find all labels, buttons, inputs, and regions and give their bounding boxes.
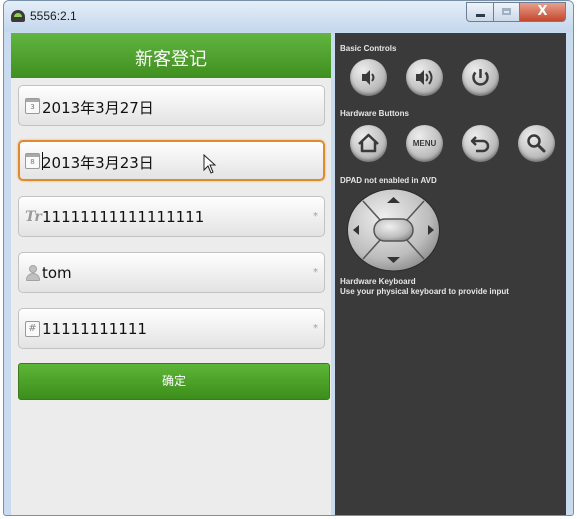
confirm-button[interactable]: 确定 [18, 363, 330, 400]
guest-name-field[interactable]: tom * [18, 252, 325, 293]
window-title: 5556:2.1 [30, 9, 77, 23]
phone-number-value: 11111111111 [42, 320, 147, 338]
required-marker: * [313, 267, 318, 278]
text-caret [42, 152, 43, 170]
title-bar[interactable]: 5556:2.1 X [4, 1, 573, 32]
room-number-field[interactable]: Tr 11111111111111111 * [18, 196, 325, 237]
home-icon [358, 133, 379, 153]
back-icon [470, 136, 490, 153]
device-screen: 新客登记 3 2013年3月27日 8 2013年3月23日 Tr 111111… [11, 33, 331, 515]
search-icon [527, 134, 546, 153]
app-header: 新客登记 [11, 33, 331, 78]
minimize-button[interactable] [466, 2, 494, 22]
home-button[interactable] [350, 125, 387, 162]
volume-up-button[interactable] [406, 59, 443, 96]
hardware-keyboard-hint: Use your physical keyboard to provide in… [340, 287, 509, 296]
user-icon [25, 265, 40, 281]
room-number-value: 11111111111111111 [42, 208, 205, 226]
emulator-controls-panel: Basic Controls Hardware Buttons MENU DPA… [335, 33, 566, 515]
minimize-icon [476, 14, 485, 17]
required-marker: * [313, 211, 318, 222]
number-icon: # [25, 321, 40, 337]
power-button[interactable] [462, 59, 499, 96]
hardware-buttons-label: Hardware Buttons [340, 109, 409, 118]
menu-button[interactable]: MENU [406, 125, 443, 162]
android-icon [11, 10, 25, 22]
hardware-keyboard-title: Hardware Keyboard [340, 277, 416, 286]
maximize-icon [502, 8, 511, 15]
required-marker: * [313, 323, 318, 334]
checkin-date-value: 2013年3月27日 [42, 99, 154, 117]
maximize-button[interactable] [493, 2, 520, 22]
checkout-date-field[interactable]: 8 2013年3月23日 [18, 140, 325, 181]
search-button[interactable] [518, 125, 555, 162]
checkout-date-value: 2013年3月23日 [42, 154, 154, 172]
volume-down-button[interactable] [350, 59, 387, 96]
close-button[interactable]: X [519, 2, 566, 22]
mouse-pointer-icon [203, 154, 217, 174]
dpad-control[interactable] [346, 188, 441, 272]
page-title: 新客登记 [135, 49, 207, 70]
calendar-icon: 3 [25, 98, 40, 114]
checkin-date-field[interactable]: 3 2013年3月27日 [18, 85, 325, 126]
back-button[interactable] [462, 125, 499, 162]
power-icon [472, 69, 489, 86]
menu-label: MENU [412, 139, 437, 148]
basic-controls-label: Basic Controls [340, 44, 397, 53]
text-field-icon: Tr [25, 209, 42, 225]
dpad-status-label: DPAD not enabled in AVD [340, 176, 437, 185]
volume-down-icon [362, 70, 375, 85]
close-icon: X [537, 4, 548, 19]
guest-name-value: tom [42, 264, 72, 282]
phone-number-field[interactable]: # 11111111111 * [18, 308, 325, 349]
hardware-keyboard-info: Hardware Keyboard Use your physical keyb… [340, 277, 509, 297]
volume-up-icon [416, 70, 433, 85]
calendar-icon: 8 [25, 153, 40, 169]
